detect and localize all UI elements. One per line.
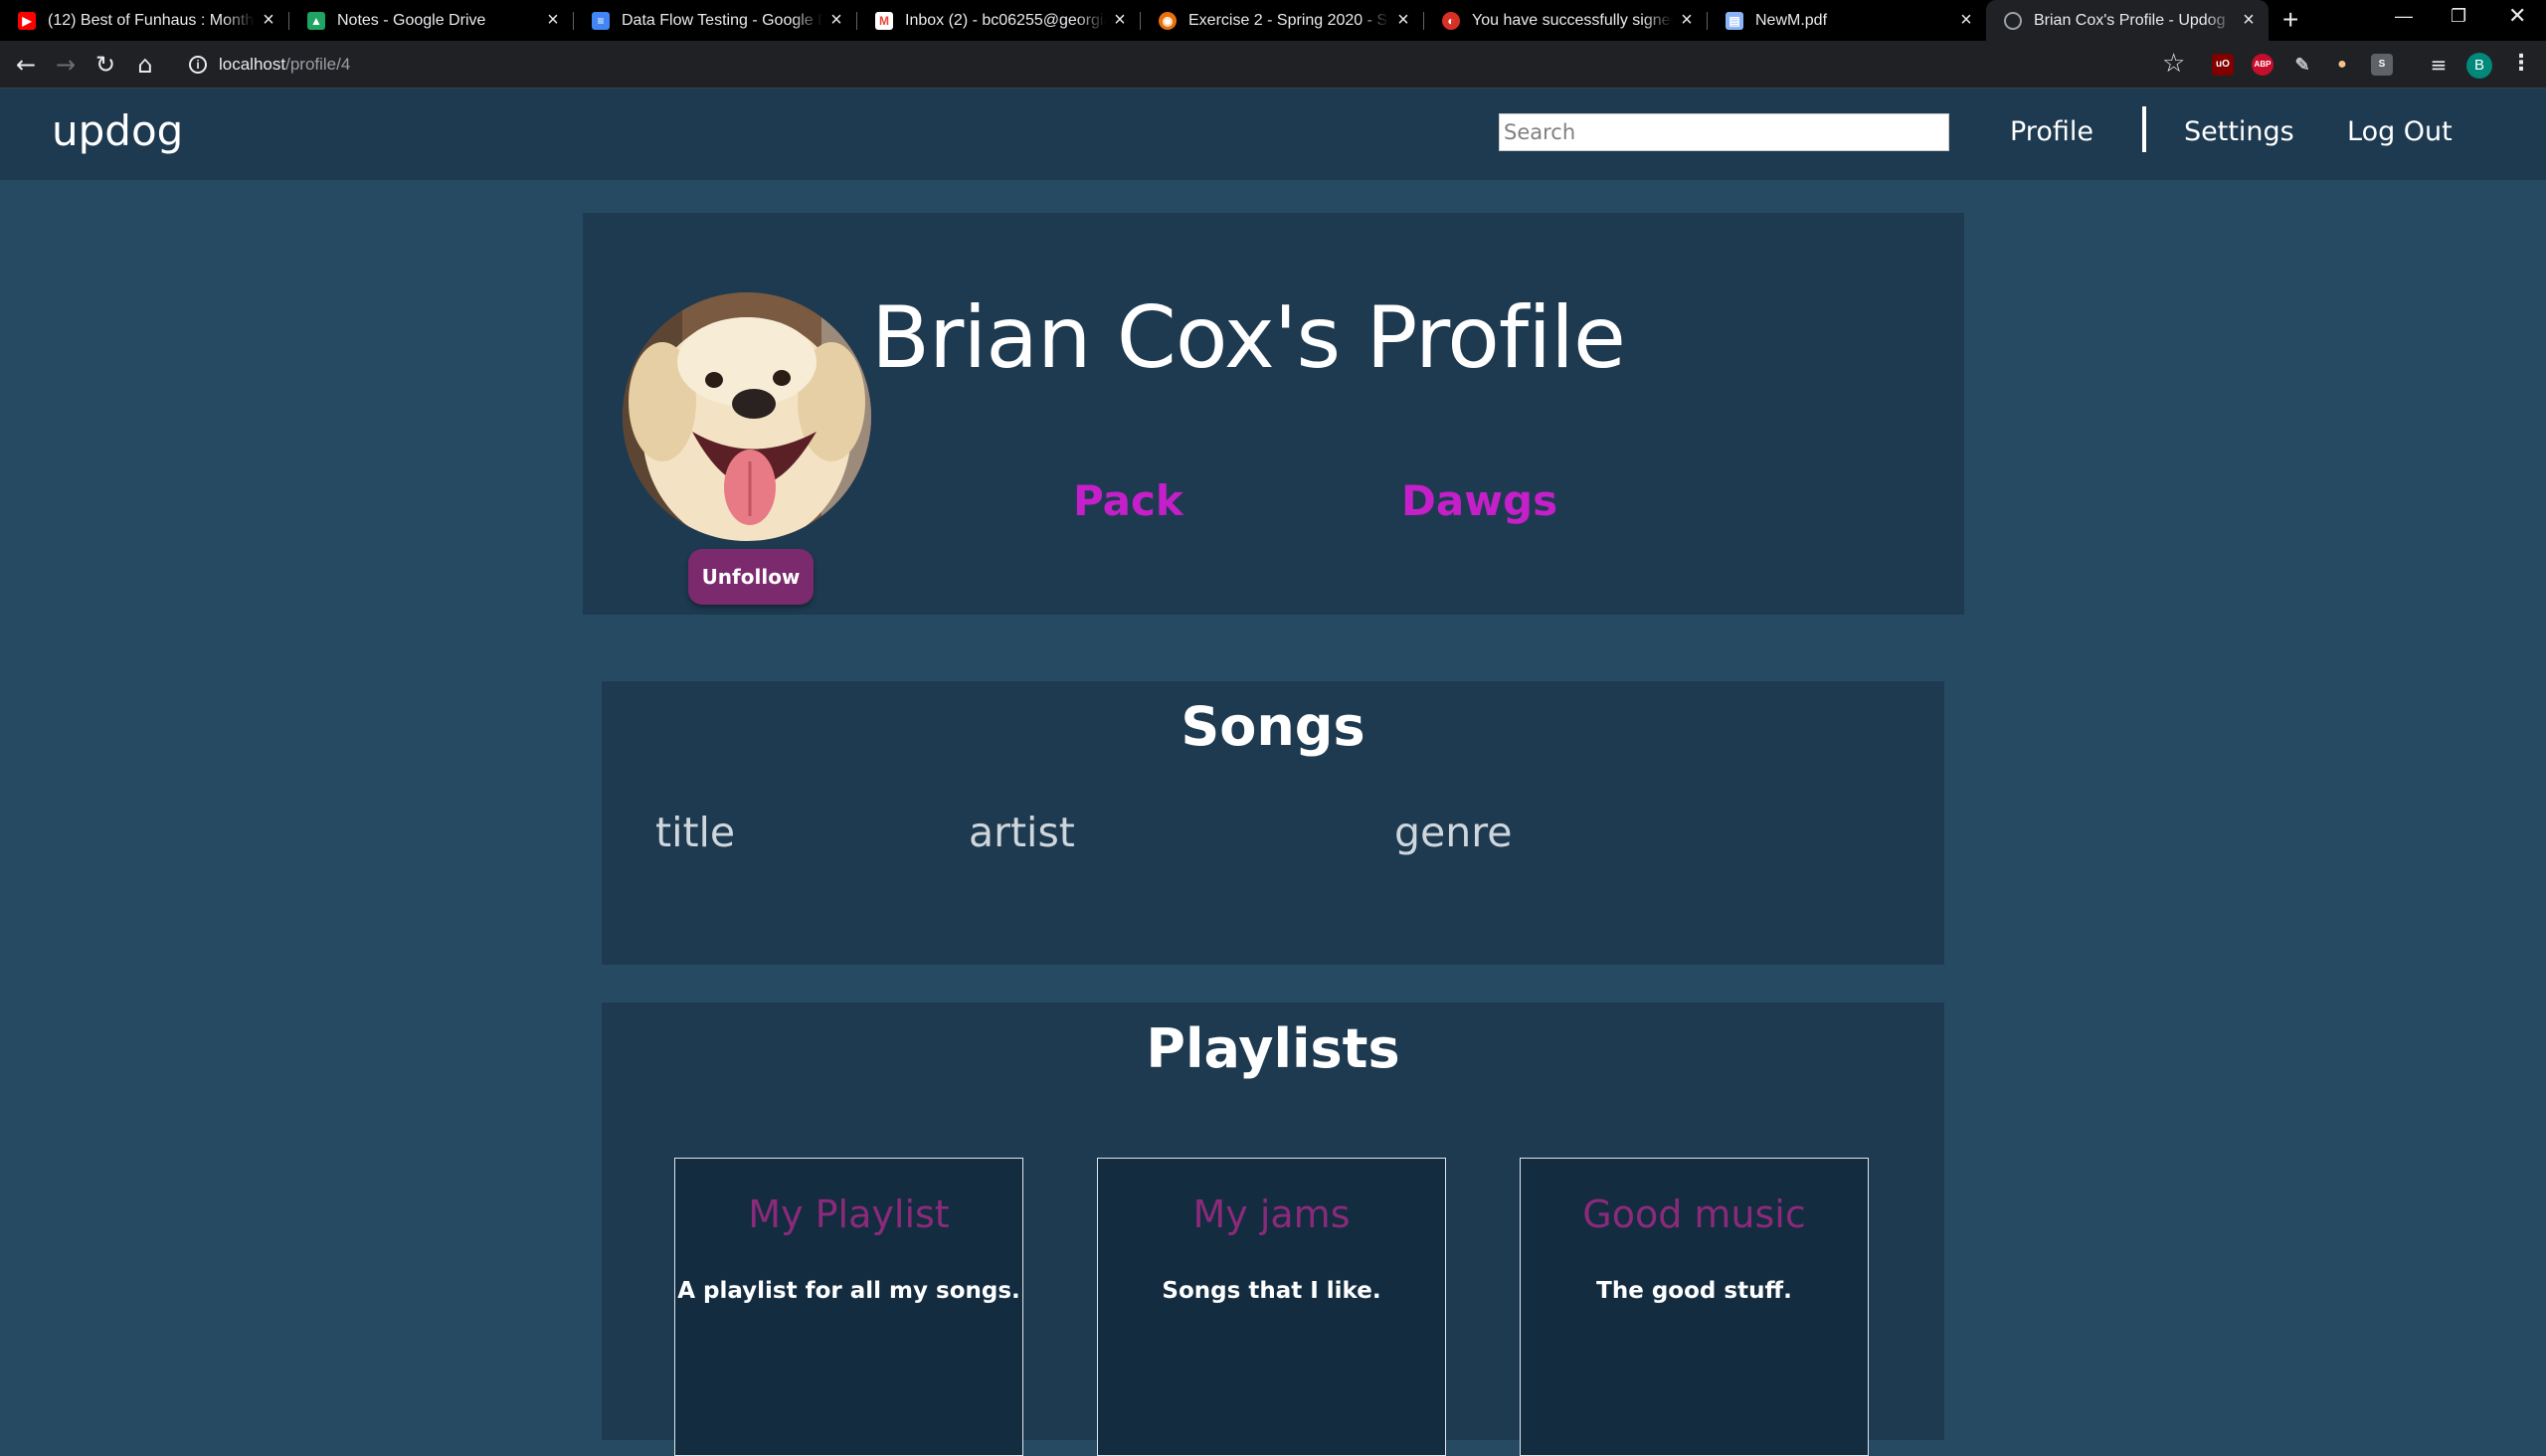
browser-toolbar: ← → ↻ ⌂ i localhost/profile/4 ☆ uO ABP ✎… xyxy=(0,41,2546,89)
tab-title: Notes - Google Drive xyxy=(337,11,486,29)
browser-tab[interactable]: ▶ (12) Best of Funhaus : Month o × xyxy=(0,0,288,41)
playlist-card[interactable]: My Playlist A playlist for all my songs. xyxy=(674,1158,1023,1456)
url-path: /profile/4 xyxy=(285,55,351,74)
close-icon[interactable]: × xyxy=(539,9,567,32)
playlist-description: Songs that I like. xyxy=(1162,1278,1381,1304)
playlist-card[interactable]: My jams Songs that I like. xyxy=(1097,1158,1446,1456)
songs-column-genre: genre xyxy=(1394,809,1513,856)
extension-icon[interactable]: ● xyxy=(2331,54,2353,76)
playlists-section: Playlists My Playlist A playlist for all… xyxy=(602,1002,1944,1456)
course-site-icon: ◉ xyxy=(1159,11,1177,30)
tab-title: NewM.pdf xyxy=(1755,11,1828,29)
tab-title: Exercise 2 - Spring 2020 - Soft xyxy=(1188,11,1389,29)
minimize-icon[interactable]: — xyxy=(2395,6,2413,27)
address-bar[interactable]: i localhost/profile/4 xyxy=(177,48,2256,82)
bookmark-star-icon[interactable]: ☆ xyxy=(2162,49,2185,79)
window-close-icon[interactable]: ✕ xyxy=(2508,3,2526,29)
pdf-file-icon: ▤ xyxy=(1726,11,1743,30)
profile-avatar xyxy=(623,292,871,541)
unfollow-button[interactable]: Unfollow xyxy=(688,549,814,605)
close-icon[interactable]: × xyxy=(1673,9,1701,32)
pen-extension-icon[interactable]: ✎ xyxy=(2291,54,2313,76)
reload-icon[interactable]: ↻ xyxy=(90,49,121,81)
info-icon[interactable]: i xyxy=(189,56,207,74)
profile-header-card: Brian Cox's Profile Pack Dawgs Unfollow xyxy=(583,213,1964,615)
tab-title: Brian Cox's Profile - Updog xyxy=(2034,11,2226,29)
google-drive-icon: ▲ xyxy=(307,11,325,30)
browser-tab[interactable]: ▤ NewM.pdf × xyxy=(1708,0,1986,41)
close-icon[interactable]: × xyxy=(2235,9,2263,32)
extension-icon[interactable]: S xyxy=(2371,54,2393,76)
kebab-menu-icon[interactable]: ⋮ xyxy=(2510,51,2532,76)
playlist-description: A playlist for all my songs. xyxy=(677,1278,1020,1304)
browser-tab-active[interactable]: Brian Cox's Profile - Updog × xyxy=(1986,0,2269,41)
nav-logout-link[interactable]: Log Out xyxy=(2347,116,2453,147)
tab-title: You have successfully signed o xyxy=(1472,11,1673,29)
signout-icon: ◐ xyxy=(1442,11,1460,30)
brand-logo[interactable]: updog xyxy=(52,106,183,155)
songs-heading: Songs xyxy=(1181,695,1365,758)
globe-icon xyxy=(2004,11,2022,30)
restore-icon[interactable]: ❐ xyxy=(2451,6,2466,27)
browser-tab[interactable]: ◐ You have successfully signed o × xyxy=(1424,0,1707,41)
site-navbar: updog Profile Settings Log Out xyxy=(0,89,2546,180)
playlist-description: The good stuff. xyxy=(1596,1278,1792,1304)
profile-title: Brian Cox's Profile xyxy=(871,288,1626,388)
songs-column-artist: artist xyxy=(969,809,1075,856)
browser-profile-avatar[interactable]: B xyxy=(2466,53,2492,79)
songs-section: Songs title artist genre xyxy=(602,681,1944,965)
browser-tab[interactable]: ≡ Data Flow Testing - Google Do × xyxy=(574,0,856,41)
dawgs-link[interactable]: Dawgs xyxy=(1401,476,1557,525)
url-host: localhost xyxy=(219,55,286,74)
playlist-name[interactable]: My Playlist xyxy=(675,1192,1022,1236)
google-docs-icon: ≡ xyxy=(592,11,610,30)
close-icon[interactable]: × xyxy=(1106,9,1134,32)
home-icon[interactable]: ⌂ xyxy=(129,49,161,81)
new-tab-button[interactable]: + xyxy=(2282,4,2298,36)
close-icon[interactable]: × xyxy=(822,9,850,32)
songs-column-title: title xyxy=(655,809,736,856)
browser-tab[interactable]: ▲ Notes - Google Drive × xyxy=(289,0,573,41)
search-input[interactable] xyxy=(1499,113,1949,151)
gmail-icon: M xyxy=(875,11,893,30)
browser-tab[interactable]: ◉ Exercise 2 - Spring 2020 - Soft × xyxy=(1141,0,1423,41)
forward-icon[interactable]: → xyxy=(50,49,82,81)
nav-divider xyxy=(2142,106,2146,152)
playlists-heading: Playlists xyxy=(1146,1017,1400,1080)
pack-link[interactable]: Pack xyxy=(1073,476,1183,525)
nav-profile-link[interactable]: Profile xyxy=(2010,116,2093,147)
back-icon[interactable]: ← xyxy=(10,49,42,81)
media-control-icon[interactable]: ≡ xyxy=(2423,49,2455,81)
tab-title: Data Flow Testing - Google Do xyxy=(622,11,822,29)
tab-title: Inbox (2) - bc06255@georgias xyxy=(905,11,1106,29)
nav-settings-link[interactable]: Settings xyxy=(2184,116,2294,147)
adblock-plus-icon[interactable]: ABP xyxy=(2252,54,2273,76)
browser-tab-strip: ▶ (12) Best of Funhaus : Month o × ▲ Not… xyxy=(0,0,2546,41)
close-icon[interactable]: × xyxy=(1952,9,1980,32)
ublock-origin-icon[interactable]: uO xyxy=(2212,54,2234,76)
puppy-photo xyxy=(623,292,871,541)
browser-tab[interactable]: M Inbox (2) - bc06255@georgias × xyxy=(857,0,1140,41)
tab-title: (12) Best of Funhaus : Month o xyxy=(48,11,255,29)
playlist-name[interactable]: Good music xyxy=(1521,1192,1868,1236)
youtube-icon: ▶ xyxy=(18,11,36,30)
close-icon[interactable]: × xyxy=(255,9,282,32)
close-icon[interactable]: × xyxy=(1389,9,1417,32)
playlist-card[interactable]: Good music The good stuff. xyxy=(1520,1158,1869,1456)
playlist-name[interactable]: My jams xyxy=(1098,1192,1445,1236)
